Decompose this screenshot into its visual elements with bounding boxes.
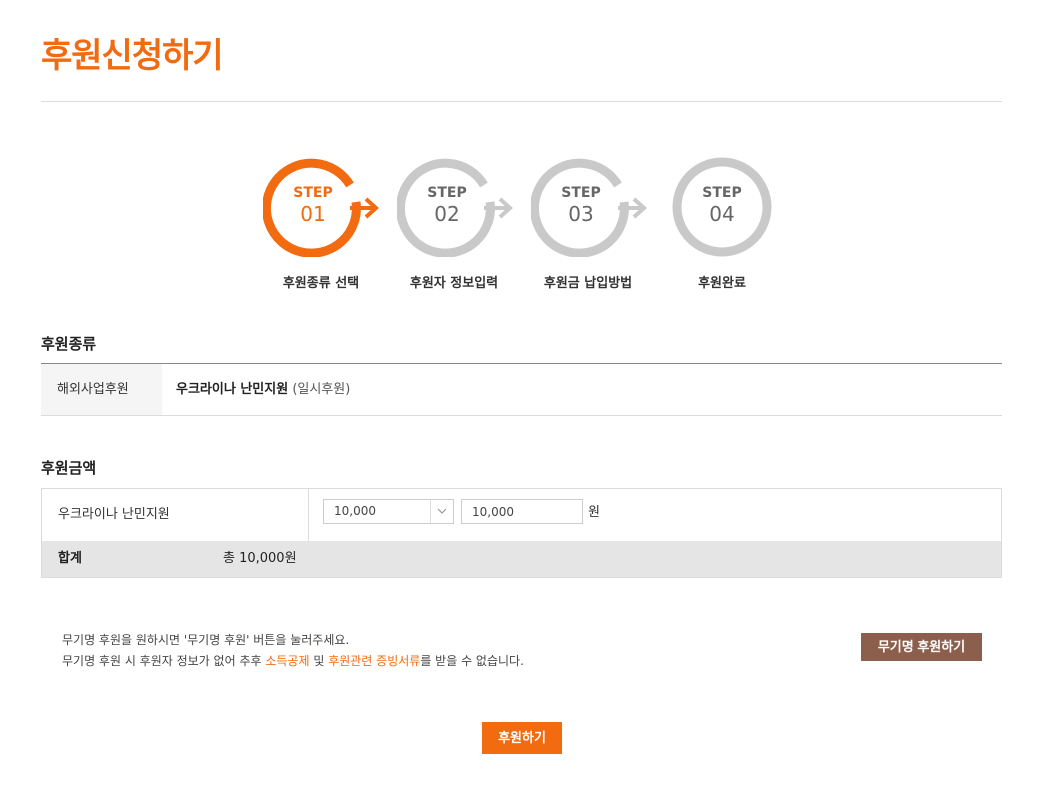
arrow-right-icon (618, 197, 647, 219)
amount-input[interactable] (461, 499, 583, 524)
anonymous-donate-button[interactable]: 무기명 후원하기 (861, 633, 982, 661)
donation-type-note: (일시후원) (292, 382, 351, 397)
notice-highlight-docs: 후원관련 증빙서류 (328, 654, 421, 668)
amount-select[interactable]: 10,000 (323, 499, 454, 524)
select-toggle[interactable] (430, 500, 453, 523)
total-row: 합계 총 10,000원 (42, 541, 1001, 577)
step-number: 04 (709, 202, 735, 226)
total-label: 합계 (58, 551, 82, 566)
total-value: 총 10,000원 (223, 551, 297, 566)
title-divider (41, 101, 1002, 102)
notice-line-2: 무기명 후원 시 후원자 정보가 없어 추후 소득공제 및 후원관련 증빙서류를… (62, 651, 524, 672)
notice-line-1: 무기명 후원을 원하시면 '무기명 후원' 버튼을 눌러주세요. (62, 633, 350, 647)
anonymous-notice: 무기명 후원을 원하시면 '무기명 후원' 버튼을 눌러주세요. 무기명 후원 … (62, 630, 524, 672)
amount-row: 우크라이나 난민지원 10,000 원 (42, 489, 1001, 541)
notice-highlight-tax: 소득공제 (265, 654, 310, 668)
donation-type-title: 후원종류 (41, 335, 97, 353)
notice-text: 무기명 후원 시 후원자 정보가 없어 추후 (62, 654, 266, 668)
notice-text: 를 받을 수 없습니다. (420, 654, 524, 668)
donation-amount-table: 우크라이나 난민지원 10,000 원 합계 총 10,000원 (41, 488, 1002, 578)
donation-type-label: 해외사업후원 (41, 364, 162, 415)
donation-type-value: 우크라이나 난민지원 (176, 382, 289, 397)
notice-text: 및 (309, 654, 329, 668)
arrow-right-icon (484, 197, 513, 219)
amount-select-value: 10,000 (334, 504, 376, 518)
donation-type-value-cell: 우크라이나 난민지원 (일시후원) (176, 364, 350, 415)
step-caption-4: 후원완료 (698, 276, 746, 291)
arrow-right-icon (350, 197, 379, 219)
cell-divider (308, 489, 309, 541)
amount-unit: 원 (588, 505, 600, 520)
step-4: STEP 04 (672, 157, 772, 257)
step-label: STEP (702, 185, 742, 201)
donate-button[interactable]: 후원하기 (482, 722, 562, 754)
amount-item-label: 우크라이나 난민지원 (58, 507, 170, 522)
donation-amount-title: 후원금액 (41, 459, 97, 477)
chevron-down-icon (437, 508, 447, 514)
donation-type-table: 해외사업후원 우크라이나 난민지원 (일시후원) (41, 363, 1002, 416)
page-title: 후원신청하기 (41, 36, 224, 76)
